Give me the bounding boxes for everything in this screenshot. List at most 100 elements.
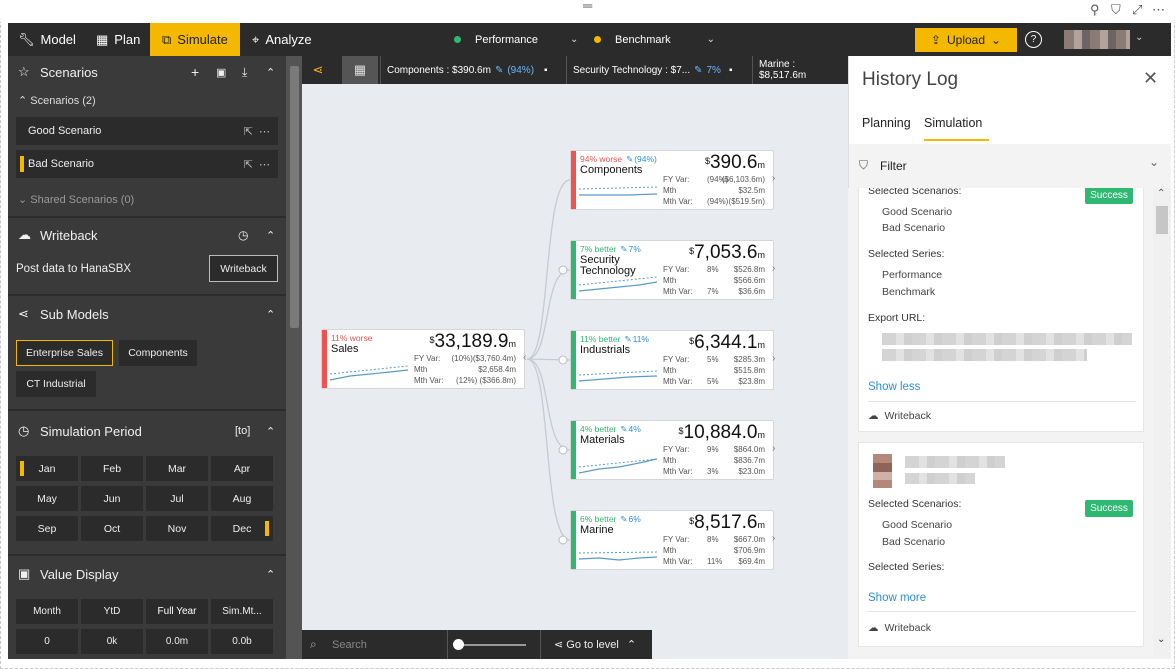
breadcrumb-item[interactable]: Security Technology : $7... ✎ 7% ▪ <box>566 56 739 84</box>
month-button[interactable]: Oct <box>81 516 143 541</box>
tab-plan[interactable]: ▦ Plan <box>88 23 148 56</box>
writeback-action[interactable]: ☁ Writeback <box>868 410 931 422</box>
writeback-target-label: Post data to HanaSBX <box>16 263 132 275</box>
value-display-value[interactable]: 0 <box>16 629 78 654</box>
month-button[interactable]: Nov <box>146 516 208 541</box>
chevron-down-icon[interactable]: ⌄ <box>1135 32 1143 43</box>
writeback-header[interactable]: ☁ Writeback ◷ ⌃ <box>8 220 286 250</box>
writeback-action[interactable]: ☁ Writeback <box>868 622 931 634</box>
month-button[interactable]: Dec <box>211 516 273 541</box>
expand-icon[interactable]: › <box>772 353 782 367</box>
submodel-chip-enterprise-sales[interactable]: Enterprise Sales <box>16 340 113 366</box>
series-benchmark-select[interactable]: Benchmark ⌄ <box>586 23 723 56</box>
share-more-icon[interactable]: ⇱ ⋯ <box>244 125 270 138</box>
scenario-item[interactable]: Bad Scenario ⇱ ⋯ <box>16 150 278 178</box>
pin-icon[interactable]: ⚲ <box>1090 2 1100 18</box>
history-scrollbar-thumb[interactable] <box>1156 206 1168 234</box>
month-button[interactable]: May <box>16 486 78 511</box>
tree-node[interactable]: 6% better ✎6% Marine $8,517.6m FY Var: 8% $667… <box>570 510 775 570</box>
value-display-header[interactable]: ▣ Value Display ⌃ <box>8 559 286 589</box>
simulation-period-header[interactable]: ◷ Simulation Period [to] ⌃ <box>8 416 286 446</box>
download-icon[interactable]: ⤓ <box>242 65 247 80</box>
chevron-up-icon[interactable]: ⌃ <box>266 308 275 321</box>
filter-icon[interactable]: ⛉ <box>1111 2 1121 18</box>
submodels-header[interactable]: ⋖ Sub Models ⌃ <box>8 299 286 329</box>
month-button[interactable]: Sep <box>16 516 78 541</box>
user-avatar[interactable] <box>1064 30 1130 49</box>
submodel-chip-ct-industrial[interactable]: CT Industrial <box>16 371 96 397</box>
month-button[interactable]: Jan <box>16 456 78 481</box>
scroll-up-icon[interactable]: ⌃ <box>1157 188 1165 199</box>
drag-handle-icon[interactable]: ═ <box>583 0 592 13</box>
month-button[interactable]: Jun <box>81 486 143 511</box>
scenarios-header[interactable]: ☆ Scenarios + ▣ ⤓ ⌃ <box>8 57 286 87</box>
breadcrumb-item[interactable]: Marine : $8,517.6m <box>752 56 848 84</box>
save-icon[interactable]: ▣ <box>216 66 226 79</box>
submodel-chip-components[interactable]: Components <box>119 340 197 366</box>
breadcrumb-bar: ⋖ ▦ Components : $390.6m ✎ (94%) ▪ Security… <box>302 56 848 84</box>
value-display-value[interactable]: 0.0m <box>146 629 208 654</box>
value-display-option[interactable]: Full Year <box>146 599 208 624</box>
goto-level-button[interactable]: ⋖ Go to level ⌃ <box>554 638 636 651</box>
left-scrollbar-thumb[interactable] <box>290 66 299 328</box>
shared-scenarios-toggle[interactable]: ⌄ Shared Scenarios (0) <box>18 193 134 206</box>
history-scrollbar[interactable]: ⌃ ⌄ <box>1153 188 1171 659</box>
expand-icon[interactable]: ⤢ <box>1132 2 1142 18</box>
upload-button[interactable]: ⇪ Upload ⌄ <box>915 28 1017 52</box>
series-performance-select[interactable]: Performance ⌄ <box>446 23 586 56</box>
month-button[interactable]: Feb <box>81 456 143 481</box>
show-more-link[interactable]: Show more <box>868 592 926 604</box>
scenarios-group-toggle[interactable]: ⌃ Scenarios (2) <box>18 94 96 107</box>
collapse-icon[interactable]: ‹ <box>523 352 533 366</box>
expand-icon[interactable]: › <box>772 533 782 547</box>
mth-var-pct: 7% <box>707 287 719 296</box>
tab-analyze[interactable]: ⌖ Analyze <box>244 23 320 56</box>
history-icon[interactable]: ◷ <box>238 228 248 242</box>
tab-simulate[interactable]: ⧉ Simulate <box>150 23 240 56</box>
help-button[interactable]: ? <box>1025 31 1042 48</box>
chevron-up-icon[interactable]: ⌃ <box>266 425 275 438</box>
tree-node-root[interactable]: 11% worse Sales $33,189.9m FY Var: (10%)… <box>321 329 526 389</box>
period-badge[interactable]: [to] <box>235 425 250 437</box>
expand-icon[interactable]: › <box>772 173 782 187</box>
tree-node[interactable]: 11% better ✎11% Industrials $6,344.1m FY Var… <box>570 330 775 390</box>
tree-view-icon[interactable]: ⋖ <box>308 60 328 80</box>
tab-planning[interactable]: Planning <box>862 116 911 130</box>
value-display-option[interactable]: YtD <box>81 599 143 624</box>
expand-icon[interactable]: › <box>772 443 782 457</box>
close-icon[interactable]: ✕ <box>1143 68 1158 89</box>
value-display-option[interactable]: Month <box>16 599 78 624</box>
month-button[interactable]: Mar <box>146 456 208 481</box>
breadcrumb-item[interactable]: Components : $390.6m ✎ (94%) ▪ <box>380 56 554 84</box>
zoom-slider[interactable] <box>454 644 526 646</box>
history-list[interactable]: Selected Scenarios: Success Good Scenari… <box>848 188 1153 659</box>
chevron-up-icon[interactable]: ⌃ <box>266 66 275 79</box>
month-button[interactable]: Jul <box>146 486 208 511</box>
chevron-up-icon[interactable]: ⌃ <box>266 229 275 242</box>
tree-canvas[interactable]: 11% worse Sales $33,189.9m FY Var: (10%)… <box>302 84 848 659</box>
value-display-value[interactable]: 0.0b <box>211 629 273 654</box>
filter-bar[interactable]: ⛉ Filter ⌄ <box>849 144 1171 188</box>
tab-simulation[interactable]: Simulation <box>924 116 982 130</box>
chevron-up-icon[interactable]: ⌃ <box>266 568 275 581</box>
tab-model[interactable]: 🔧︎ Model <box>10 23 84 56</box>
search-input[interactable]: Search <box>332 639 367 651</box>
zoom-slider-handle[interactable] <box>453 639 464 650</box>
value-display-value[interactable]: 0k <box>81 629 143 654</box>
tree-node[interactable]: 7% better ✎7% Security Technology $7,053.6m… <box>570 240 775 300</box>
month-button[interactable]: Apr <box>211 456 273 481</box>
month-button[interactable]: Aug <box>211 486 273 511</box>
add-icon[interactable]: + <box>191 64 199 80</box>
tree-node[interactable]: 94% worse ✎(94%) Components $390.6m FY Var:(… <box>570 150 775 210</box>
more-icon[interactable]: ⋯ <box>1152 2 1165 18</box>
lock-icon: ▪ <box>728 64 733 76</box>
grid-view-icon[interactable]: ▦ <box>342 56 378 84</box>
writeback-button[interactable]: Writeback <box>209 255 278 282</box>
scroll-down-icon[interactable]: ⌄ <box>1157 634 1165 645</box>
share-more-icon[interactable]: ⇱ ⋯ <box>244 158 270 171</box>
tree-node[interactable]: 4% better ✎4% Materials $10,884.0m FY Var: 9%… <box>570 420 775 480</box>
expand-icon[interactable]: › <box>772 263 782 277</box>
show-less-link[interactable]: Show less <box>868 381 920 393</box>
value-display-option[interactable]: Sim.Mt... <box>211 599 273 624</box>
scenario-item[interactable]: Good Scenario ⇱ ⋯ <box>16 117 278 145</box>
